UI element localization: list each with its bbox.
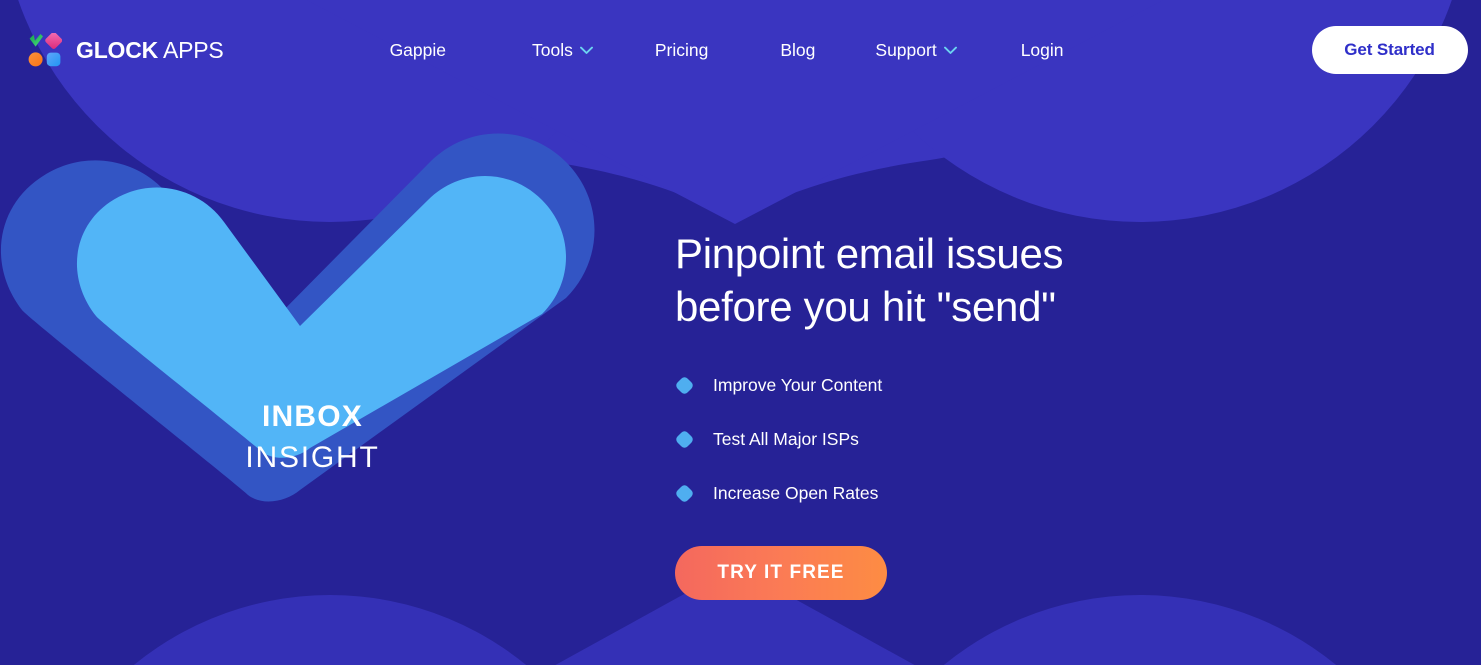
list-item-label: Improve Your Content — [713, 375, 883, 395]
nav-item-blog[interactable]: Blog — [780, 30, 815, 71]
diamond-bullet-icon — [676, 431, 693, 448]
nav-label: Support — [875, 39, 937, 60]
feature-list: Improve Your Content Test All Major ISPs… — [675, 375, 1063, 504]
list-item: Improve Your Content — [675, 375, 1063, 396]
nav-label: Pricing — [654, 39, 709, 60]
hero-copy: Pinpoint email issues before you hit "se… — [675, 100, 1064, 600]
try-it-free-button[interactable]: TRY IT FREE — [675, 546, 887, 600]
diamond-bullet-icon — [676, 485, 693, 502]
main-navigation: Gappie Tools Pricing Blog Support — [390, 30, 1021, 71]
list-item: Increase Open Rates — [675, 483, 1063, 504]
get-started-button[interactable]: Get Started — [1311, 26, 1468, 74]
glockapps-logo-icon — [28, 33, 62, 67]
brand-name-bold: GLOCK — [76, 36, 159, 63]
page-title: Pinpoint email issues before you hit "se… — [675, 230, 1064, 330]
list-item-label: Increase Open Rates — [713, 483, 879, 503]
site-header: GLOCK APPS Gappie Tools Pricing Blog Sup… — [0, 0, 1481, 100]
nav-label: Blog — [780, 39, 816, 60]
chevron-down-icon — [579, 46, 593, 54]
brand-logo-link[interactable]: GLOCK APPS — [28, 33, 224, 67]
nav-label: Gappie — [389, 39, 446, 60]
chevron-down-icon — [943, 46, 957, 54]
login-link[interactable]: Login — [1021, 40, 1064, 61]
nav-item-support[interactable]: Support — [875, 30, 957, 71]
nav-label: Tools — [532, 39, 573, 60]
brand-name-light: APPS — [158, 36, 224, 63]
nav-item-tools[interactable]: Tools — [532, 30, 593, 71]
brand-name: GLOCK APPS — [76, 37, 224, 64]
inbox-insight-graphic: INBOX INSIGHT — [0, 100, 625, 620]
diamond-bullet-icon — [676, 377, 693, 394]
nav-item-pricing[interactable]: Pricing — [655, 30, 709, 71]
hero-section: INBOX INSIGHT Pinpoint email issues befo… — [0, 100, 1481, 665]
list-item-label: Test All Major ISPs — [713, 429, 859, 449]
heart-checkmark-icon — [0, 133, 595, 502]
nav-item-gappie[interactable]: Gappie — [390, 30, 446, 71]
list-item: Test All Major ISPs — [675, 429, 1063, 450]
header-actions: Login Get Started — [1021, 26, 1468, 74]
